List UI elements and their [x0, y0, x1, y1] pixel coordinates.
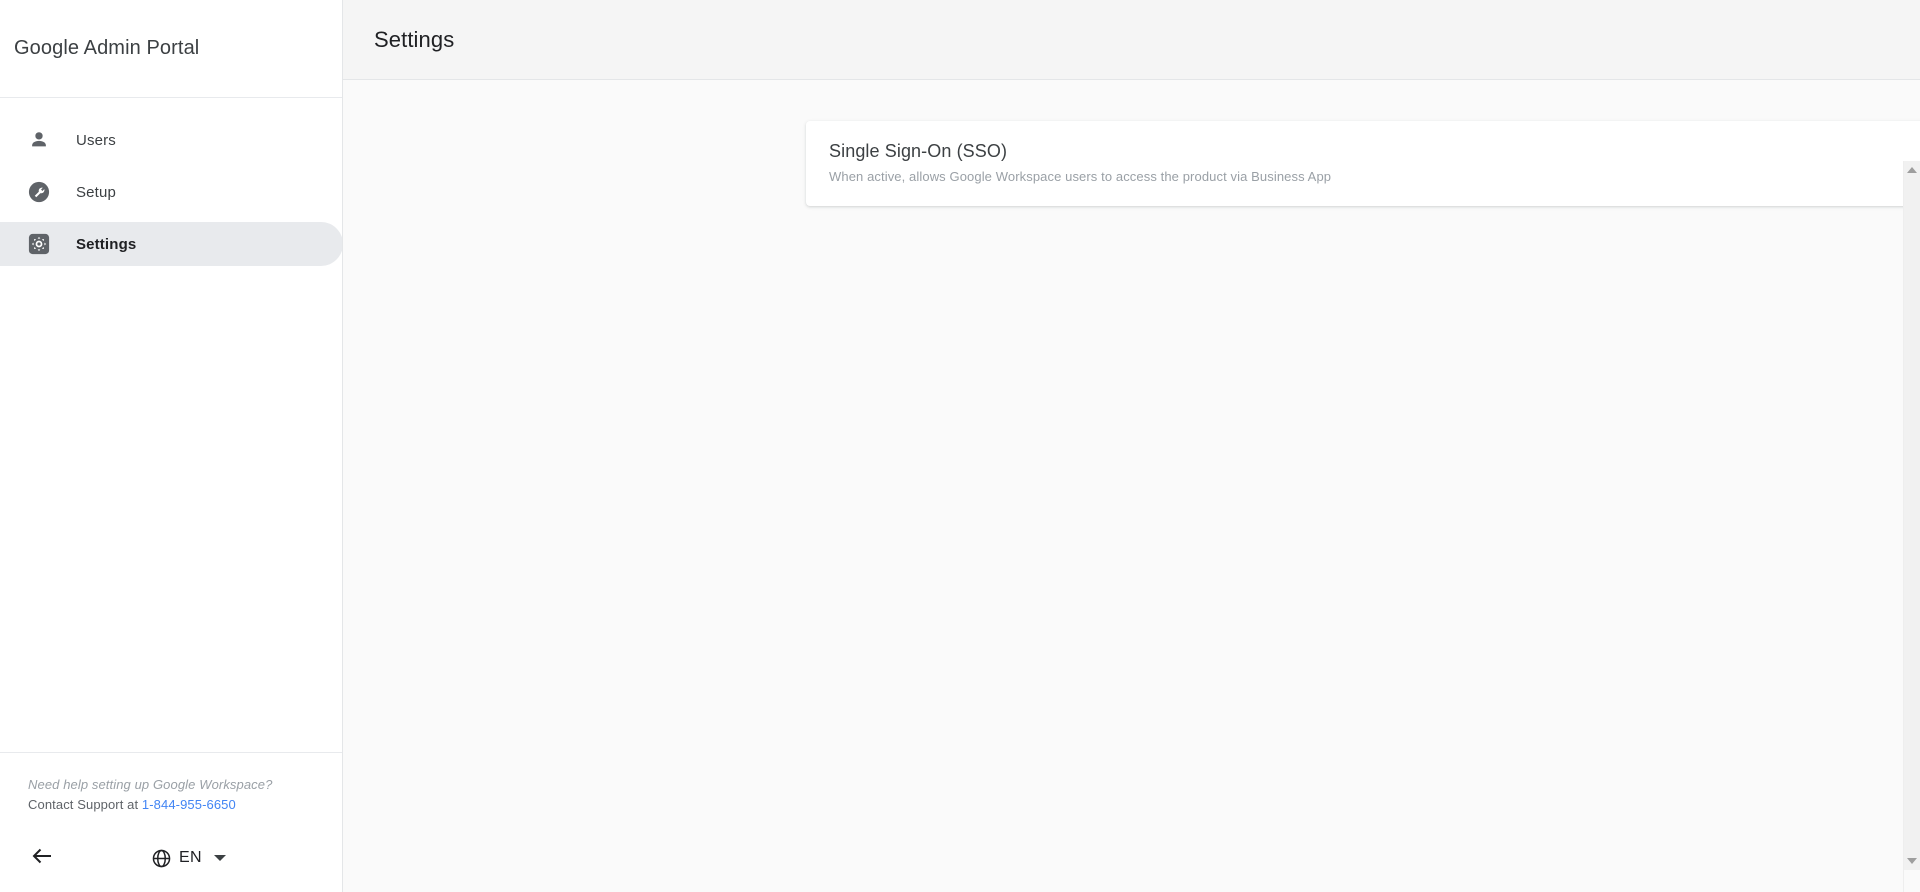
support-line: Contact Support at 1-844-955-6650	[28, 795, 342, 814]
sidebar-item-label: Users	[76, 131, 116, 149]
scroll-up-arrow-icon[interactable]	[1907, 167, 1917, 173]
card-title: Single Sign-On (SSO)	[829, 141, 1008, 161]
sidebar-header: Google Admin Portal	[0, 0, 342, 98]
wrench-icon	[28, 181, 50, 203]
language-selector[interactable]: EN	[151, 848, 226, 869]
sso-settings-card: Single Sign-On (SSO) When active, allows…	[806, 121, 1920, 206]
sidebar-item-setup[interactable]: Setup	[0, 170, 342, 214]
gear-icon	[28, 233, 50, 255]
sidebar-item-settings[interactable]: Settings	[0, 222, 342, 266]
globe-icon	[151, 848, 172, 869]
chevron-down-icon[interactable]	[213, 855, 226, 861]
help-text: Need help setting up Google Workspace?	[28, 777, 273, 792]
scrollbar-track-end	[1904, 870, 1920, 892]
main-body: Single Sign-On (SSO) When active, allows…	[343, 80, 1920, 892]
support-phone-link[interactable]: 1-844-955-6650	[142, 797, 236, 812]
sidebar-nav: Users Setup Settings	[0, 98, 342, 752]
main-header: Settings	[343, 0, 1920, 80]
page-title: Settings	[374, 26, 455, 52]
support-prefix: Contact Support at	[28, 797, 142, 812]
vertical-scrollbar[interactable]	[1903, 161, 1920, 892]
person-icon	[28, 129, 50, 151]
back-button[interactable]	[27, 843, 57, 873]
sidebar-item-label: Setup	[76, 183, 116, 201]
sidebar: Google Admin Portal Users Setup Settings…	[0, 0, 343, 892]
app-root: Google Admin Portal Users Setup Settings…	[0, 0, 1920, 892]
sidebar-item-label: Settings	[76, 235, 137, 253]
footer-controls: EN	[28, 843, 342, 873]
card-text-group: Single Sign-On (SSO) When active, allows…	[829, 138, 1331, 187]
sidebar-item-users[interactable]: Users	[0, 118, 342, 162]
sidebar-footer: Need help setting up Google Workspace? C…	[0, 752, 342, 892]
scroll-down-arrow-icon[interactable]	[1907, 858, 1917, 864]
language-code: EN	[179, 849, 202, 866]
card-description: When active, allows Google Workspace use…	[829, 169, 1332, 184]
arrow-left-icon	[30, 844, 54, 873]
brand-title: Google Admin Portal	[14, 37, 200, 59]
main-content: Settings Single Sign-On (SSO) When activ…	[343, 0, 1920, 892]
